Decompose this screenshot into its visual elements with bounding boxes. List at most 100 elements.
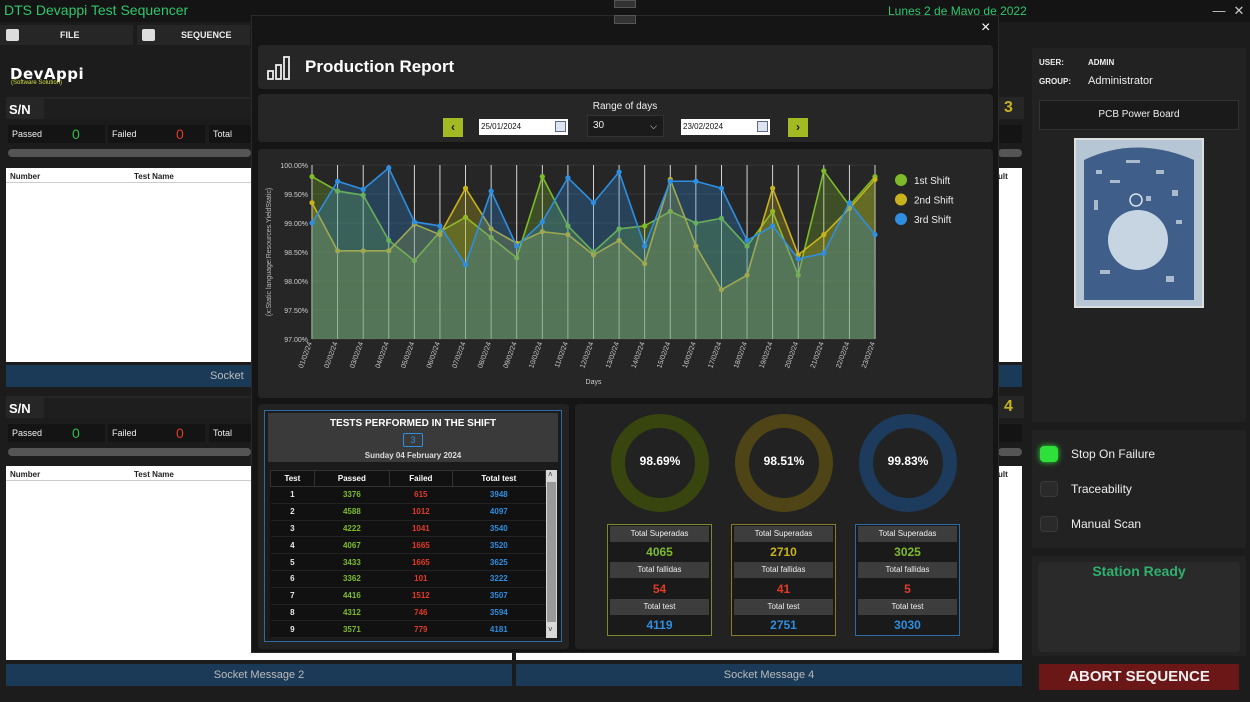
legend-marker-1 — [895, 174, 907, 186]
station2-sn-input[interactable] — [44, 398, 251, 418]
app-title: DTS Devappi Test Sequencer — [4, 2, 189, 18]
table-cell: 4181 — [452, 620, 546, 638]
data-point — [718, 185, 725, 191]
traceability-toggle[interactable] — [1040, 481, 1058, 497]
y-tick-label: 98.00% — [284, 279, 308, 286]
table-scrollbar[interactable]: ˄ ˅ — [546, 470, 557, 638]
manual-scan-toggle[interactable] — [1040, 516, 1058, 532]
x-tick-label: 03/02/24 — [349, 341, 365, 369]
data-point — [821, 250, 827, 256]
superadas-label: Total Superadas — [610, 526, 709, 542]
data-point — [462, 185, 469, 191]
table-cell: 3520 — [452, 536, 546, 555]
x-tick-label: 01/02/24 — [298, 341, 314, 369]
x-tick-label: 09/02/24 — [503, 341, 519, 369]
table-row[interactable]: 9 3571 779 4181 — [270, 620, 546, 638]
x-tick-label: 10/02/24 — [528, 341, 544, 369]
table-row[interactable]: 3 4222 1041 3540 — [270, 520, 546, 538]
group-label: GROUP: — [1039, 77, 1071, 86]
station1-socket-message: Socket — [6, 365, 251, 387]
column-header[interactable]: Total test — [451, 470, 546, 487]
table-row[interactable]: 4 4067 1665 3520 — [270, 536, 546, 555]
yield-line-chart: 97.00% 97.50% 98.00% 98.50% 99.00% 99.50% 100.… — [266, 163, 954, 386]
pcb-board-icon — [1076, 140, 1202, 306]
table-cell: 4067 — [314, 536, 390, 555]
data-point — [744, 237, 750, 243]
end-date-input[interactable]: 23/02/2024 — [681, 119, 770, 135]
logo-subtitle: (Software Solution) — [11, 80, 63, 86]
station4-socket-message: Socket Message 4 — [516, 664, 1022, 686]
y-tick-label: 99.50% — [284, 192, 308, 199]
table-cell: 779 — [389, 620, 453, 638]
table-cell: 3594 — [452, 604, 546, 622]
x-tick-label: 20/02/24 — [784, 341, 800, 369]
total-label: Total test — [610, 599, 709, 615]
table-row[interactable]: 2 4588 1012 4097 — [270, 503, 546, 521]
table-cell: 3433 — [314, 553, 390, 571]
x-tick-label: 22/02/24 — [835, 341, 851, 369]
station1-failed: Failed 0 — [108, 125, 205, 143]
column-header[interactable]: Passed — [313, 470, 391, 487]
data-point — [437, 223, 443, 229]
drag-handle[interactable] — [614, 0, 636, 8]
x-tick-label: 11/02/24 — [554, 341, 570, 369]
table-cell: 4097 — [452, 503, 546, 521]
table-cell: 3571 — [314, 620, 390, 638]
station1-sn-input[interactable] — [44, 99, 251, 119]
table-cell: 3625 — [452, 553, 546, 571]
data-point — [309, 174, 315, 180]
column-header[interactable]: Test — [270, 470, 315, 487]
drag-handle-inner[interactable] — [614, 15, 636, 24]
y-tick-label: 99.00% — [284, 221, 308, 228]
data-point — [309, 200, 315, 206]
station1-progress — [8, 149, 251, 157]
table-row[interactable]: 6 3362 101 3222 — [270, 570, 546, 588]
start-date-input[interactable]: 25/01/2024 — [479, 119, 568, 135]
minimize-icon[interactable]: — — [1208, 2, 1230, 20]
data-point — [616, 169, 622, 175]
days-select[interactable]: 30 ⌵ — [587, 115, 664, 137]
station2-total: Total — [209, 424, 251, 442]
table-cell: 3376 — [314, 486, 390, 504]
bar-chart-icon — [267, 56, 290, 80]
menu-sequence[interactable]: SEQUENCE — [137, 25, 250, 45]
shift-results-table: Test Passed Failed Total test 1 3376 615 3948 2… — [270, 470, 546, 638]
table-cell: 3362 — [314, 570, 390, 588]
calendar-icon[interactable] — [555, 121, 566, 132]
superadas-label: Total Superadas — [858, 526, 957, 542]
abort-sequence-button[interactable]: ABORT SEQUENCE — [1039, 664, 1239, 690]
calendar-icon[interactable] — [757, 121, 768, 132]
fallidas-value: 41 — [776, 582, 791, 596]
superadas-value: 2710 — [770, 545, 797, 559]
stop-on-failure-toggle[interactable] — [1040, 446, 1058, 462]
x-tick-label: 21/02/24 — [810, 341, 826, 369]
data-point — [642, 243, 648, 249]
superadas-value: 3025 — [894, 545, 921, 559]
yield-donut-3: 99.83% — [858, 413, 958, 513]
table-row[interactable]: 7 4416 1512 3507 — [270, 587, 546, 605]
station4-number: 4 — [1004, 398, 1013, 415]
table-cell: 4222 — [314, 520, 390, 538]
yield-stats-card-1: Total Superadas 4065 Total fallidas 54 T… — [607, 524, 712, 636]
legend-label-3: 3rd Shift — [914, 215, 951, 226]
x-tick-label: 23/02/24 — [861, 341, 877, 369]
data-point — [667, 178, 673, 184]
yield-donut-1: 98.69% — [610, 413, 710, 513]
table-cell: 8 — [270, 604, 315, 622]
data-point — [770, 185, 776, 191]
close-icon[interactable]: ✕ — [1228, 2, 1250, 20]
legend-label-1: 1st Shift — [914, 176, 950, 187]
fallidas-label: Total fallidas — [858, 562, 957, 578]
station1-passed: Passed 0 — [8, 125, 105, 143]
dialog-close-button[interactable]: × — [981, 19, 990, 37]
menu-file[interactable]: FILE — [0, 25, 133, 45]
table-row[interactable]: 8 4312 746 3594 — [270, 604, 546, 622]
prev-range-button[interactable]: ‹ — [443, 118, 463, 137]
donut-percent: 98.69% — [639, 454, 681, 468]
station-status: Station Ready — [1092, 563, 1186, 579]
data-point — [334, 178, 341, 184]
table-row[interactable]: 1 3376 615 3948 — [270, 486, 546, 504]
next-range-button[interactable]: › — [788, 118, 808, 137]
table-row[interactable]: 5 3433 1665 3625 — [270, 553, 546, 571]
column-header[interactable]: Failed — [389, 470, 453, 487]
